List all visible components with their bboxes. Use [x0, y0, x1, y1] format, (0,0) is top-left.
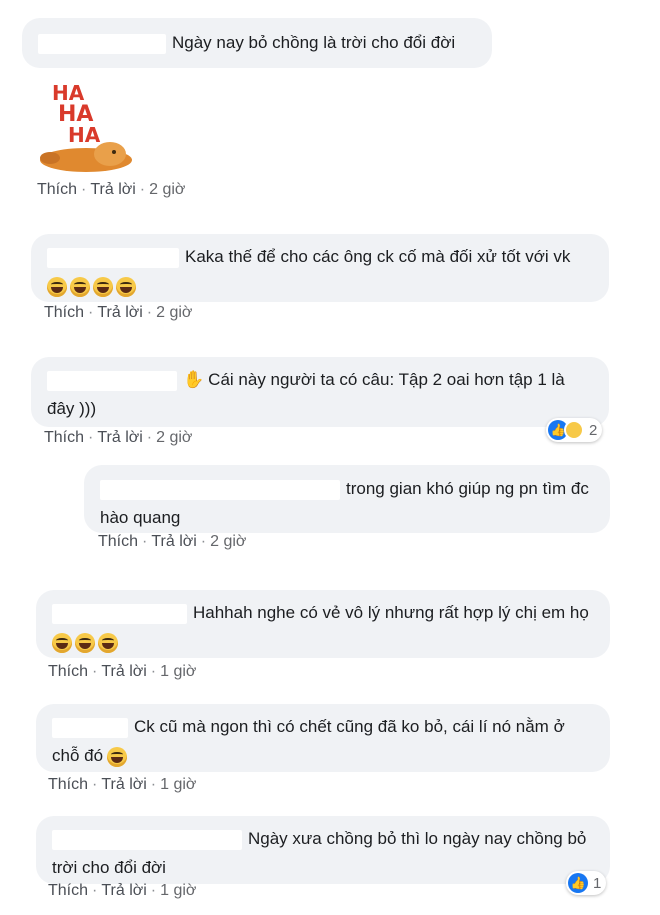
comment-time: 1 giờ	[160, 776, 197, 793]
reaction-summary[interactable]: 👍 1	[566, 871, 607, 895]
comment-time: 2 giờ	[210, 533, 247, 550]
reply-link[interactable]: Trả lời	[101, 663, 146, 680]
comment-actions-3: Thích · Trả lời · 2 giờ	[44, 429, 192, 447]
reply-link[interactable]: Trả lời	[101, 776, 146, 793]
separator: ·	[139, 181, 146, 198]
haha-sticker: HA HA HA	[40, 81, 132, 172]
like-link[interactable]: Thích	[48, 882, 88, 899]
like-link[interactable]: Thích	[44, 304, 84, 321]
reply-link[interactable]: Trả lời	[97, 429, 142, 446]
like-link[interactable]: Thích	[48, 663, 88, 680]
like-link[interactable]: Thích	[48, 776, 88, 793]
comment-text: Kaka thế để cho các ông ck cố mà đối xử …	[185, 247, 571, 266]
emoji-row	[47, 276, 139, 297]
separator: ·	[142, 533, 148, 550]
like-reaction-icon: 👍	[568, 873, 588, 893]
reply-link[interactable]: Trả lời	[101, 882, 146, 899]
sticker-letters-3: HA	[68, 123, 101, 147]
rolling-laughing-emoji	[75, 632, 95, 653]
rolling-laughing-emoji	[52, 632, 72, 653]
comment-bubble-3: ✋ Cái này người ta có câu: Tập 2 oai hơn …	[31, 357, 609, 427]
haha-reaction-icon	[564, 420, 584, 440]
separator: ·	[150, 776, 157, 793]
comment-actions-5: Thích · Trả lời · 1 giờ	[48, 663, 196, 681]
like-link[interactable]: Thích	[44, 429, 84, 446]
grinning-sweat-emoji	[107, 746, 128, 767]
comment-text: Hahhah nghe có vẻ vô lý nhưng rất hợp lý…	[193, 603, 589, 622]
comment-bubble-1: Ngày nay bỏ chồng là trời cho đổi đời	[22, 18, 492, 68]
reply-link[interactable]: Trả lời	[97, 304, 142, 321]
reply-bubble: trong gian khó giúp ng pn tìm đc hào qua…	[84, 465, 610, 533]
like-link[interactable]: Thích	[98, 533, 138, 550]
separator: ·	[146, 304, 153, 321]
separator: ·	[88, 429, 94, 446]
comment-actions-7: Thích · Trả lời · 1 giờ	[48, 882, 196, 900]
redacted-name	[52, 603, 187, 624]
redacted-name	[38, 33, 166, 54]
separator: ·	[200, 533, 207, 550]
redacted-name	[52, 717, 128, 738]
comment-actions-1: Thích · Trả lời · 2 giờ	[37, 181, 185, 199]
reaction-count: 1	[593, 874, 602, 892]
reply-link[interactable]: Trả lời	[151, 533, 196, 550]
separator: ·	[92, 882, 98, 899]
comment-bubble-6: Ck cũ mà ngon thì có chết cũng đã ko bỏ,…	[36, 704, 610, 772]
comment-text: Ck cũ mà ngon thì có chết cũng đã ko bỏ,…	[52, 717, 565, 765]
separator: ·	[88, 304, 94, 321]
separator: ·	[146, 429, 153, 446]
waving-hand-icon: ✋	[183, 370, 205, 389]
laughing-emoji	[70, 276, 90, 297]
comment-time: 2 giờ	[149, 181, 186, 198]
comment-bubble-5: Hahhah nghe có vẻ vô lý nhưng rất hợp lý…	[36, 590, 610, 658]
comment-actions-2: Thích · Trả lời · 2 giờ	[44, 304, 192, 322]
separator: ·	[150, 882, 157, 899]
comment-time: 2 giờ	[156, 429, 193, 446]
separator: ·	[92, 663, 98, 680]
laughing-emoji	[116, 276, 136, 297]
redacted-name	[52, 829, 242, 850]
emoji-row	[52, 632, 121, 653]
comment-bubble-7: Ngày xưa chồng bỏ thì lo ngày nay chồng …	[36, 816, 610, 884]
reaction-count: 2	[589, 421, 598, 439]
redacted-name	[100, 479, 340, 500]
separator: ·	[81, 181, 87, 198]
laughing-emoji	[47, 276, 67, 297]
like-link[interactable]: Thích	[37, 181, 77, 198]
laughing-emoji	[93, 276, 113, 297]
reaction-summary[interactable]: 👍 2	[546, 418, 603, 442]
separator: ·	[150, 663, 157, 680]
separator: ·	[92, 776, 98, 793]
rolling-laughing-emoji	[98, 632, 118, 653]
comment-actions-6: Thích · Trả lời · 1 giờ	[48, 776, 196, 794]
comment-time: 1 giờ	[160, 882, 197, 899]
redacted-name	[47, 247, 179, 268]
comment-bubble-2: Kaka thế để cho các ông ck cố mà đối xử …	[31, 234, 609, 302]
redacted-name	[47, 370, 177, 391]
comment-actions-4: Thích · Trả lời · 2 giờ	[98, 533, 246, 551]
comment-time: 2 giờ	[156, 304, 193, 321]
comment-time: 1 giờ	[160, 663, 197, 680]
comment-text: Ngày nay bỏ chồng là trời cho đổi đời	[172, 33, 456, 52]
reply-link[interactable]: Trả lời	[90, 181, 135, 198]
